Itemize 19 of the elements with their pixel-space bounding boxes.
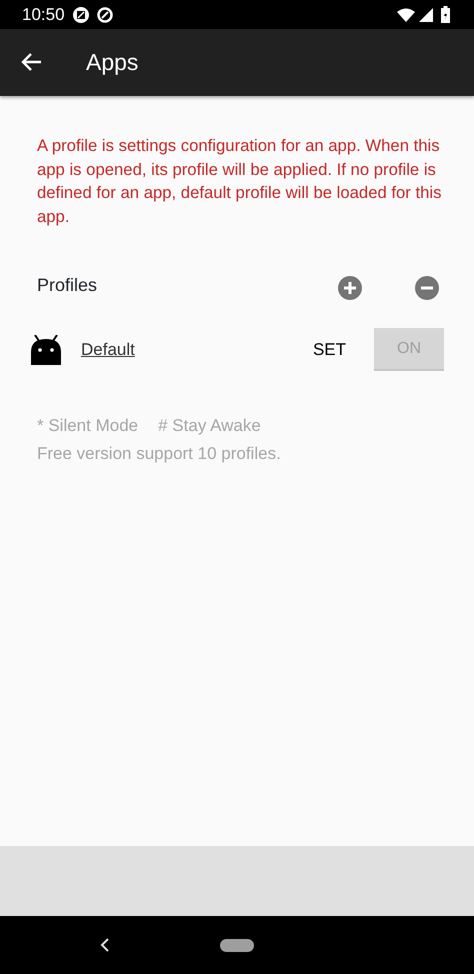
remove-button[interactable] (415, 274, 439, 298)
back-nav-icon[interactable] (100, 938, 109, 952)
legend-text: # Stay Awake (158, 415, 261, 437)
notification-icon (72, 6, 89, 22)
profile-link[interactable]: Default (81, 336, 135, 362)
notification-icon (96, 6, 113, 22)
info-message: A profile is settings configuration for an app. When this app is opened, its profile will be applied. If no profile is defined for an app, default profile will be loaded for this app. (37, 135, 442, 228)
note-text: Free version support 10 profiles. (37, 442, 282, 464)
profiles-heading: Profiles (37, 274, 98, 297)
home-pill-icon[interactable] (220, 938, 254, 952)
android-icon (31, 334, 61, 364)
set-button[interactable]: SET (312, 336, 346, 362)
clock: 10:50 (22, 4, 65, 26)
legend-text: * Silent Mode (37, 415, 138, 437)
signal-icon (419, 8, 433, 22)
screen-title: Apps (86, 48, 138, 78)
add-button[interactable] (338, 274, 362, 298)
wifi-icon (397, 8, 415, 22)
battery-icon (441, 6, 450, 23)
